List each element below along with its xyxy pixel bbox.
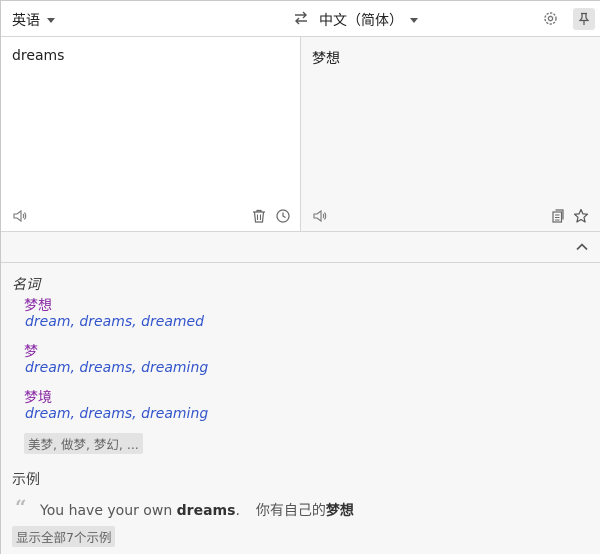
more-translations-chip[interactable]: 美梦, 做梦, 梦幻, ... bbox=[24, 433, 143, 454]
dictionary-headword[interactable]: 梦想 bbox=[24, 295, 52, 315]
synonym-link[interactable]: dreaming bbox=[141, 360, 208, 376]
synonym-link[interactable]: dreams bbox=[79, 360, 132, 376]
examples-heading: 示例 bbox=[12, 472, 40, 488]
dictionary-toggle-bar bbox=[1, 231, 600, 263]
source-language-select[interactable]: 英语 bbox=[12, 10, 55, 30]
synonym-link[interactable]: dreaming bbox=[141, 406, 208, 422]
pin-button[interactable] bbox=[573, 8, 595, 30]
chevron-down-icon bbox=[410, 17, 418, 23]
show-all-examples-button[interactable]: 显示全部7个示例 bbox=[12, 526, 116, 547]
dictionary-headword[interactable]: 梦 bbox=[24, 341, 38, 361]
star-icon[interactable] bbox=[573, 208, 589, 224]
example-translation: 你有自己的梦想 bbox=[255, 503, 354, 519]
synonym-link[interactable]: dreams bbox=[79, 406, 132, 422]
dictionary-panel: 名词 梦想 dream, dreams, dreamed 梦 dream, dr… bbox=[1, 263, 600, 554]
source-text[interactable]: dreams bbox=[12, 48, 64, 64]
synonym-link[interactable]: dreams bbox=[79, 314, 132, 330]
example-sentence: You have your own dreams. 你有自己的梦想 bbox=[40, 503, 354, 519]
translated-text: 梦想 bbox=[312, 51, 340, 67]
synonym-link[interactable]: dream bbox=[25, 360, 70, 376]
synonym-list: dream, dreams, dreaming bbox=[25, 406, 209, 422]
copy-icon[interactable] bbox=[550, 208, 566, 224]
history-icon[interactable] bbox=[275, 208, 291, 224]
synonym-list: dream, dreams, dreaming bbox=[25, 360, 209, 376]
synonym-link[interactable]: dreamed bbox=[141, 314, 204, 330]
target-pane: 梦想 bbox=[301, 37, 600, 231]
synonym-list: dream, dreams, dreamed bbox=[25, 314, 205, 330]
part-of-speech: 名词 bbox=[12, 277, 40, 293]
chevron-down-icon bbox=[47, 17, 55, 23]
swap-icon[interactable] bbox=[293, 10, 309, 26]
language-bar: 英语 中文（简体） bbox=[1, 1, 600, 37]
speaker-icon[interactable] bbox=[12, 208, 28, 224]
trash-icon[interactable] bbox=[251, 208, 267, 224]
source-pane[interactable]: dreams bbox=[1, 37, 301, 231]
example-highlight: dreams bbox=[176, 503, 236, 519]
chevron-up-icon[interactable] bbox=[575, 240, 589, 254]
gear-icon[interactable] bbox=[542, 10, 559, 27]
synonym-link[interactable]: dream bbox=[25, 314, 70, 330]
speaker-icon[interactable] bbox=[312, 208, 328, 224]
synonym-link[interactable]: dream bbox=[25, 406, 70, 422]
source-language-label: 英语 bbox=[12, 13, 40, 29]
quote-icon: “ bbox=[15, 495, 27, 519]
pin-icon bbox=[578, 12, 590, 25]
dictionary-headword[interactable]: 梦境 bbox=[24, 387, 52, 407]
example-translation-highlight: 梦想 bbox=[325, 503, 354, 519]
target-language-label: 中文（简体） bbox=[319, 13, 403, 29]
translator-window: 英语 中文（简体） dreams 梦想 名词 梦想 dream, dreams,… bbox=[0, 0, 600, 554]
target-language-select[interactable]: 中文（简体） bbox=[319, 10, 418, 30]
